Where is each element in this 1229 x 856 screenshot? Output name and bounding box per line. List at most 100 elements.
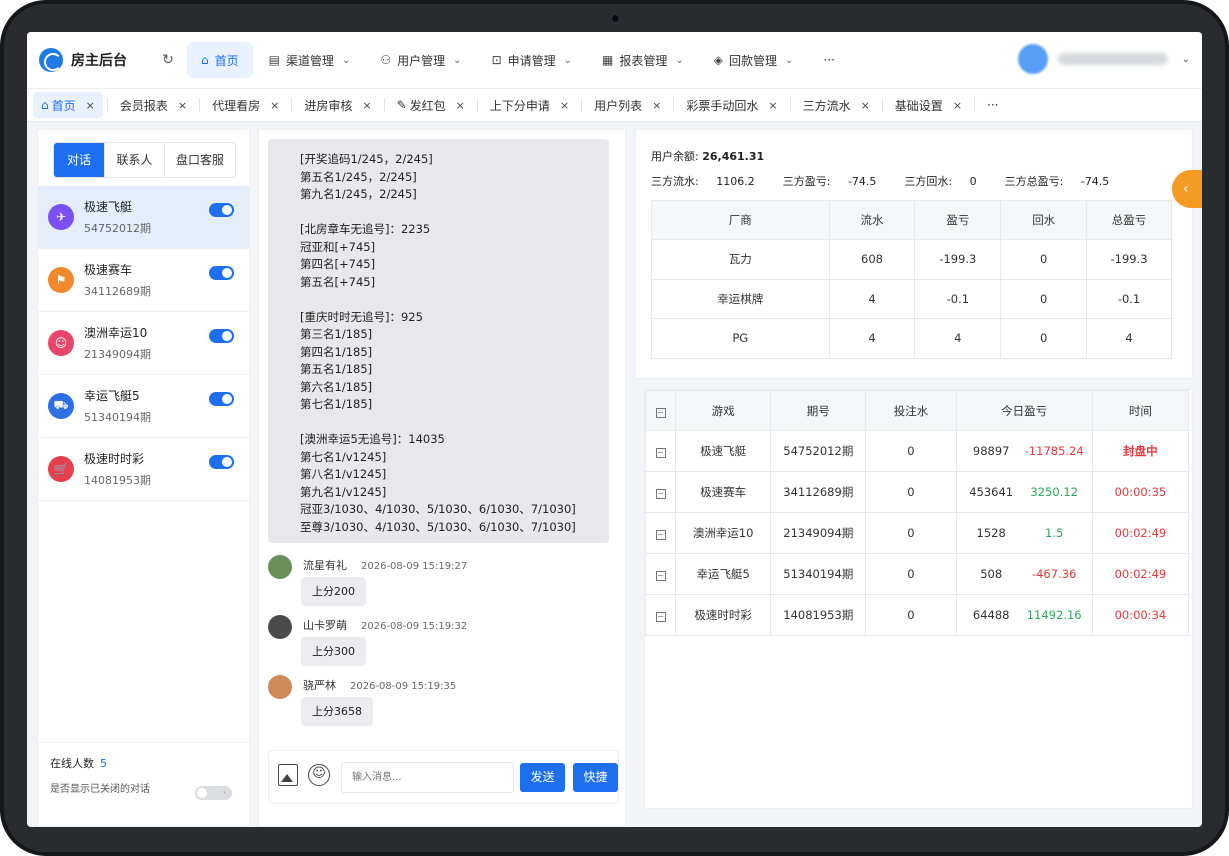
cell-profit: 64488 11492.16: [955, 594, 1093, 636]
quick-reply-button[interactable]: 快捷: [573, 763, 618, 792]
game-text: 幸运飞艇5 51340194期: [84, 387, 151, 425]
tab-8[interactable]: 三方流水 ×: [795, 92, 878, 118]
game-toggle[interactable]: [209, 392, 234, 406]
row-select-cell[interactable]: −: [644, 512, 677, 554]
game-toggle[interactable]: [209, 203, 234, 217]
send-button[interactable]: 发送: [520, 763, 565, 792]
close-icon[interactable]: ×: [178, 99, 187, 112]
tab-1[interactable]: 会员报表 ×: [112, 92, 195, 118]
game-period: 51340194期: [84, 411, 151, 424]
nav-more-button[interactable]: ···: [809, 42, 848, 78]
game-toggle[interactable]: [209, 329, 234, 343]
tab-3[interactable]: 进房审核 ×: [296, 92, 379, 118]
game-list-item[interactable]: 🛒 极速时时彩 14081953期: [38, 438, 249, 501]
checkbox-icon[interactable]: −: [655, 407, 666, 418]
table-cell: 幸运棋牌: [651, 278, 830, 319]
game-toggle[interactable]: [209, 266, 234, 280]
message-input[interactable]: [341, 762, 514, 793]
collapse-panel-button[interactable]: ‹: [1172, 170, 1202, 208]
game-list-item[interactable]: ⚑ 极速赛车 34112689期: [38, 249, 249, 312]
cell-bet: 0: [865, 512, 957, 554]
games-table: − 游戏 期号 投注水 今日盈亏 时间 − 极速飞艇 54752012期 0 98897 -11785…: [644, 390, 1190, 636]
table-cell: -199.3: [914, 239, 1002, 280]
game-list-item[interactable]: ☺ 澳洲幸运10 21349094期: [38, 312, 249, 375]
close-icon[interactable]: ×: [86, 99, 95, 112]
column-header: 总盈亏: [1086, 200, 1172, 240]
cell-time: 00:00:34: [1091, 594, 1190, 636]
tab-9[interactable]: 基础设置 ×: [887, 92, 970, 118]
close-icon[interactable]: ×: [270, 99, 279, 112]
profit-change: -467.36: [1031, 567, 1077, 581]
profit-change: -11785.24: [1024, 444, 1084, 458]
nav-item-3[interactable]: ⊡ 申请管理 ⌄: [478, 42, 586, 78]
table-cell: 4: [1086, 318, 1172, 359]
row-select-cell[interactable]: −: [644, 430, 677, 472]
tab-2[interactable]: 代理看房 ×: [204, 92, 287, 118]
tab-5[interactable]: 上下分申请 ×: [482, 92, 577, 118]
close-icon[interactable]: ×: [362, 99, 371, 112]
screen: 房主后台 ↻ ⌂ 首页 ▤ 渠道管理 ⌄ ⚇ 用户管理 ⌄ ⊡ 申请管理 ⌄ ▦ 报表管理 ⌄ ◈ 回款管理 ⌄…: [27, 32, 1202, 827]
close-icon[interactable]: ×: [560, 99, 569, 112]
cell-bet: 0: [865, 471, 957, 513]
game-text: 澳洲幸运10 21349094期: [84, 324, 151, 362]
segment-0[interactable]: 对话: [54, 143, 105, 177]
checkbox-icon[interactable]: −: [655, 448, 666, 458]
game-period: 54752012期: [84, 222, 151, 235]
checkbox-icon[interactable]: −: [655, 530, 666, 540]
game-list-item[interactable]: ⛟ 幸运飞艇5 51340194期: [38, 375, 249, 438]
close-icon[interactable]: ×: [861, 99, 870, 112]
tab-0[interactable]: ⌂ 首页 ×: [33, 92, 103, 118]
segment-1[interactable]: 联系人: [105, 143, 165, 177]
game-list-item[interactable]: ✈ 极速飞艇 54752012期: [38, 186, 249, 249]
image-upload-icon[interactable]: [278, 764, 298, 786]
close-icon[interactable]: ×: [652, 99, 661, 112]
select-all-cell[interactable]: −: [644, 390, 677, 431]
cell-period: 51340194期: [770, 553, 867, 595]
row-select-cell[interactable]: −: [644, 553, 677, 595]
row-select-cell[interactable]: −: [644, 471, 677, 513]
profit-change: 3250.12: [1030, 485, 1078, 499]
close-icon[interactable]: ×: [768, 99, 777, 112]
tabs-more-button[interactable]: ···: [979, 92, 1006, 118]
nav-item-0[interactable]: ⌂ 首页: [187, 42, 253, 78]
tab-4[interactable]: ✎ 发红包 ×: [389, 92, 473, 118]
nav-item-2[interactable]: ⚇ 用户管理 ⌄: [366, 42, 475, 78]
cell-time: 00:02:49: [1091, 553, 1190, 595]
vendor-table: 厂商 流水 盈亏 回水 总盈亏 瓦力 608 -199.3 0 -199.3 幸运棋牌 4 -0.1 0-…: [651, 200, 1172, 359]
show-closed-toggle[interactable]: ›: [195, 786, 232, 800]
tab-label: 三方流水: [802, 98, 851, 113]
column-header: 期号: [770, 390, 867, 431]
segment-2[interactable]: 盘口客服: [165, 143, 235, 177]
close-icon[interactable]: ×: [953, 99, 962, 112]
emoji-icon[interactable]: ☺: [308, 764, 330, 786]
chat-message: 山卡罗萌 2026-08-09 15:19:32 上分300: [268, 615, 608, 671]
tab-7[interactable]: 彩票手动回水 ×: [678, 92, 785, 118]
nav-item-4[interactable]: ▦ 报表管理 ⌄: [588, 42, 698, 78]
avatar: [268, 555, 292, 579]
checkbox-icon[interactable]: −: [655, 612, 666, 622]
table-row: − 幸运飞艇5 51340194期 0 508 -467.36 00:02:49: [644, 553, 1190, 595]
row-select-cell[interactable]: −: [644, 594, 677, 636]
tab-6[interactable]: 用户列表 ×: [586, 92, 669, 118]
user-menu[interactable]: ⌄: [1017, 44, 1190, 74]
message-text: 上分3658: [301, 697, 373, 726]
refresh-icon[interactable]: ↻: [159, 52, 177, 68]
cell-period: 34112689期: [770, 471, 867, 513]
nav-item-5[interactable]: ◈ 回款管理 ⌄: [700, 42, 808, 78]
cell-bet: 0: [865, 430, 957, 472]
tab-label: 用户列表: [594, 98, 643, 113]
game-text: 极速飞艇 54752012期: [84, 198, 151, 236]
close-icon[interactable]: ×: [456, 99, 465, 112]
logo[interactable]: 房主后台: [39, 48, 149, 72]
online-count: 在线人数 5: [50, 755, 237, 771]
stat-item: 三方盈亏: -74.5: [783, 175, 891, 188]
game-toggle[interactable]: [209, 455, 234, 469]
nav-item-1[interactable]: ▤ 渠道管理 ⌄: [255, 42, 365, 78]
checkbox-icon[interactable]: −: [655, 489, 666, 499]
profit-change: 11492.16: [1026, 608, 1082, 622]
message-time: 2026-08-09 15:19:32: [361, 621, 468, 632]
checkbox-icon[interactable]: −: [655, 571, 666, 581]
stat-label: 三方流水:: [651, 175, 699, 188]
cell-profit: 98897 -11785.24: [955, 430, 1093, 472]
game-name: 幸运飞艇5: [84, 389, 140, 403]
